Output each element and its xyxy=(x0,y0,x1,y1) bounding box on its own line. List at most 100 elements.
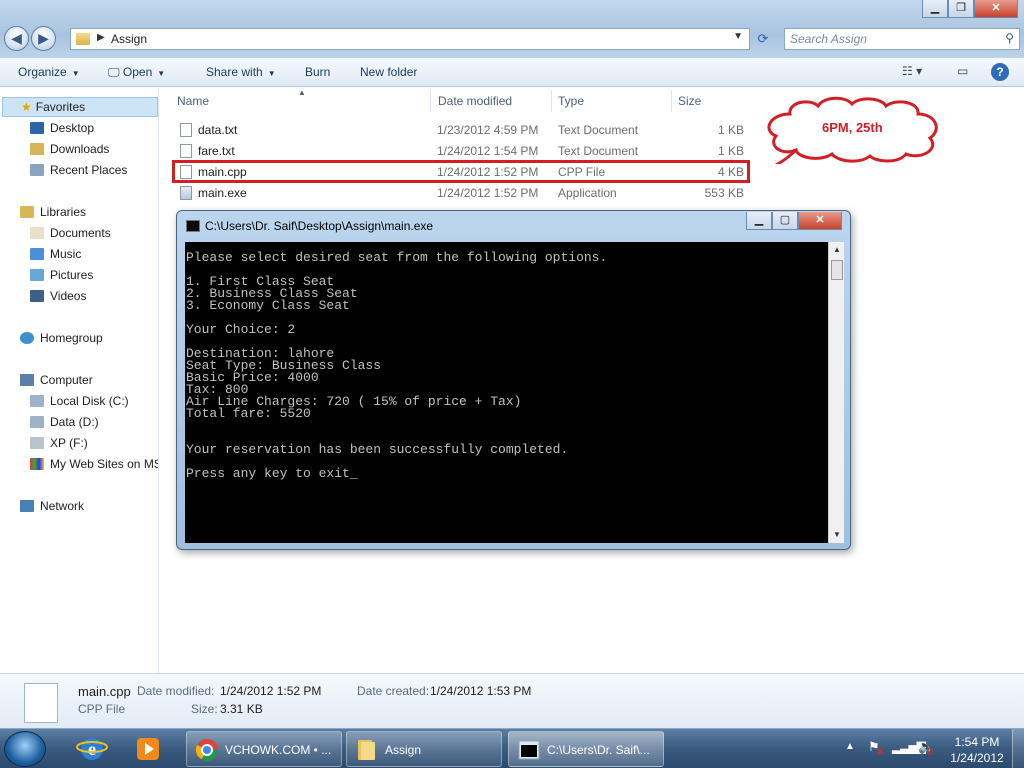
taskbar-item-explorer[interactable]: Assign xyxy=(346,731,502,767)
chrome-icon xyxy=(195,739,218,761)
close-button[interactable]: ✕ xyxy=(974,0,1018,18)
column-divider[interactable] xyxy=(551,90,552,112)
red-highlight-box xyxy=(172,160,750,183)
nav-local-disk-label: Local Disk (C:) xyxy=(50,394,129,408)
open-button[interactable]: 🖵 Open ▼ xyxy=(108,65,165,80)
nav-recent-places[interactable]: Recent Places xyxy=(30,160,127,180)
media-player-icon[interactable] xyxy=(124,731,172,767)
nav-desktop[interactable]: Desktop xyxy=(30,118,94,138)
console-output-area[interactable]: Please select desired seat from the foll… xyxy=(185,242,828,543)
console-minimize-button[interactable]: ▁ xyxy=(746,212,772,230)
new-folder-button[interactable]: New folder xyxy=(360,65,417,79)
details-size: 3.31 KB xyxy=(220,702,263,716)
application-icon xyxy=(180,186,192,200)
nav-documents[interactable]: Documents xyxy=(30,223,111,243)
taskbar-item-label: VCHOWK.COM • ... xyxy=(225,743,332,757)
nav-pictures[interactable]: Pictures xyxy=(30,265,93,285)
nav-computer[interactable]: Computer xyxy=(20,370,93,390)
star-icon: ★ xyxy=(21,100,32,114)
nav-desktop-label: Desktop xyxy=(50,121,95,135)
nav-xp-f-label: XP (F:) xyxy=(50,436,88,450)
help-icon[interactable]: ? xyxy=(991,63,1009,81)
maximize-button[interactable]: ❐ xyxy=(948,0,974,18)
share-with-button[interactable]: Share with ▼ xyxy=(206,65,276,79)
address-bar[interactable]: ▶ Assign ▼ xyxy=(70,28,750,50)
nav-xp-f[interactable]: XP (F:) xyxy=(30,433,88,453)
nav-homegroup[interactable]: Homegroup xyxy=(20,328,103,348)
nav-computer-label: Computer xyxy=(40,373,93,387)
file-name: fare.txt xyxy=(198,144,235,158)
burn-button[interactable]: Burn xyxy=(305,65,330,79)
preview-pane-icon[interactable]: ▭ xyxy=(957,64,968,78)
monitor-icon: 🖵 xyxy=(108,65,123,79)
msn-icon xyxy=(30,458,44,470)
nav-favorites[interactable]: ★ Favorites xyxy=(2,97,158,117)
folder-icon xyxy=(76,33,90,45)
console-scrollbar[interactable]: ▲ ▼ xyxy=(828,242,844,543)
details-date-modified: 1/24/2012 1:52 PM xyxy=(220,684,322,698)
clock-date[interactable]: 1/24/2012 xyxy=(948,751,1006,765)
scroll-up-icon[interactable]: ▲ xyxy=(829,242,845,258)
column-name[interactable]: Name xyxy=(177,94,209,108)
back-button[interactable]: ◀ xyxy=(4,26,29,51)
clock-time[interactable]: 1:54 PM xyxy=(948,735,1006,749)
breadcrumb-separator-icon: ▶ xyxy=(97,32,105,43)
cpp-file-icon xyxy=(24,683,58,723)
computer-icon xyxy=(20,374,34,386)
address-path: Assign xyxy=(111,32,148,46)
nav-videos[interactable]: Videos xyxy=(30,286,86,306)
organize-button[interactable]: Organize ▼ xyxy=(18,65,80,79)
console-maximize-button[interactable]: ▢ xyxy=(772,212,798,230)
show-hidden-icons-icon[interactable]: ▲ xyxy=(845,741,855,752)
minimize-button[interactable]: ▁ xyxy=(922,0,948,18)
file-row[interactable]: fare.txt 1/24/2012 1:54 PM Text Document… xyxy=(176,141,748,161)
console-title: C:\Users\Dr. Saif\Desktop\Assign\main.ex… xyxy=(205,219,434,233)
console-icon xyxy=(518,740,540,760)
music-icon xyxy=(30,248,44,260)
file-date: 1/24/2012 1:54 PM xyxy=(437,144,539,158)
homegroup-icon xyxy=(20,332,34,344)
column-divider[interactable] xyxy=(671,90,672,112)
scroll-thumb[interactable] xyxy=(831,260,843,280)
forward-button[interactable]: ▶ xyxy=(31,26,56,51)
column-type[interactable]: Type xyxy=(558,94,584,108)
console-output: Please select desired seat from the foll… xyxy=(186,250,608,481)
refresh-button[interactable]: ⟳ xyxy=(752,28,774,50)
text-file-icon xyxy=(180,144,192,158)
file-row[interactable]: main.exe 1/24/2012 1:52 PM Application 5… xyxy=(176,183,748,203)
nav-local-disk[interactable]: Local Disk (C:) xyxy=(30,391,129,411)
nav-recent-places-label: Recent Places xyxy=(50,163,128,177)
muted-icon: ⊘ xyxy=(926,747,935,758)
nav-libraries[interactable]: Libraries xyxy=(20,202,86,222)
file-size: 553 KB xyxy=(704,186,744,200)
column-size[interactable]: Size xyxy=(678,94,701,108)
start-button[interactable] xyxy=(4,731,46,767)
file-size: 1 KB xyxy=(717,144,744,158)
search-icon[interactable]: ⚲ xyxy=(1005,31,1014,45)
column-date-modified[interactable]: Date modified xyxy=(438,94,512,108)
view-options-icon[interactable]: ☷ ▾ xyxy=(902,64,922,78)
column-divider[interactable] xyxy=(430,90,431,112)
search-input[interactable]: Search Assign ⚲ xyxy=(784,28,1020,50)
details-size-label: Size: xyxy=(191,702,218,716)
pictures-icon xyxy=(30,269,44,281)
nav-data-d[interactable]: Data (D:) xyxy=(30,412,99,432)
nav-music[interactable]: Music xyxy=(30,244,81,264)
taskbar-item-console[interactable]: C:\Users\Dr. Saif\... xyxy=(508,731,664,767)
nav-web-sites[interactable]: My Web Sites on MS xyxy=(30,454,158,474)
drive-icon xyxy=(30,437,44,449)
nav-favorites-label: Favorites xyxy=(35,100,86,114)
nav-downloads[interactable]: Downloads xyxy=(30,139,109,159)
internet-explorer-icon[interactable]: e xyxy=(68,731,116,767)
file-row[interactable]: data.txt 1/23/2012 4:59 PM Text Document… xyxy=(176,120,748,140)
nav-network[interactable]: Network xyxy=(20,496,84,516)
show-desktop-button[interactable] xyxy=(1012,729,1024,768)
scroll-down-icon[interactable]: ▼ xyxy=(829,527,845,543)
taskbar-item-chrome[interactable]: VCHOWK.COM • ... xyxy=(186,731,342,767)
console-window[interactable]: C:\Users\Dr. Saif\Desktop\Assign\main.ex… xyxy=(176,210,851,550)
details-filename: main.cpp xyxy=(78,684,131,699)
chevron-down-icon[interactable]: ▼ xyxy=(733,31,743,42)
nav-videos-label: Videos xyxy=(50,289,87,303)
file-name: main.exe xyxy=(198,186,247,200)
console-close-button[interactable]: ✕ xyxy=(798,212,842,230)
